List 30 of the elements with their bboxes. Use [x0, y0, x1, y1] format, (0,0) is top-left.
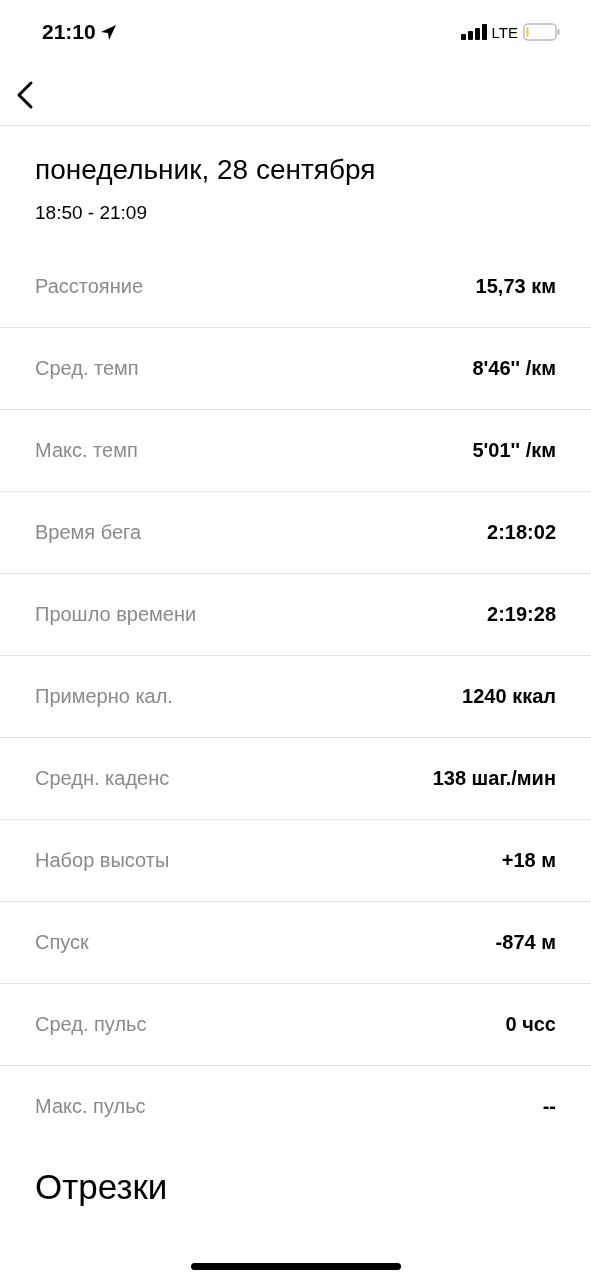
stat-value: 8'46'' /км	[472, 357, 556, 380]
network-label: LTE	[491, 23, 518, 41]
stat-value: 15,73 км	[475, 275, 556, 298]
status-time: 21:10	[42, 20, 96, 44]
stat-value: 138 шаг./мин	[432, 767, 556, 790]
stat-label: Набор высоты	[35, 849, 170, 872]
stat-label: Расстояние	[35, 275, 144, 298]
stat-value: 1240 ккал	[462, 685, 556, 708]
stat-value: +18 м	[501, 849, 556, 872]
stat-label: Макс. темп	[35, 439, 138, 462]
stat-value: 5'01'' /км	[472, 439, 556, 462]
stat-value: -874 м	[495, 931, 556, 954]
stat-value: --	[542, 1095, 556, 1118]
stat-label: Сред. пульс	[35, 1013, 147, 1036]
location-arrow-icon	[99, 23, 117, 41]
stat-label: Сред. темп	[35, 357, 139, 380]
stat-label: Примерно кал.	[35, 685, 173, 708]
section-title: Отрезки	[34, 1166, 169, 1207]
stat-value: 0 чсс	[505, 1013, 556, 1036]
date-title: понедельник, 28 сентября	[35, 153, 377, 187]
stat-label: Средн. каденс	[35, 767, 170, 790]
stat-label: Прошло времени	[35, 603, 197, 626]
stat-value: 2:19:28	[487, 603, 556, 626]
stat-label: Спуск	[35, 931, 89, 954]
stat-label: Время бега	[35, 521, 142, 544]
signal-icon	[460, 24, 487, 40]
time-range: 18:50 - 21:09	[35, 202, 148, 224]
stat-label: Макс. пульс	[35, 1095, 146, 1118]
battery-icon	[523, 23, 561, 41]
stat-value: 2:18:02	[487, 521, 556, 544]
